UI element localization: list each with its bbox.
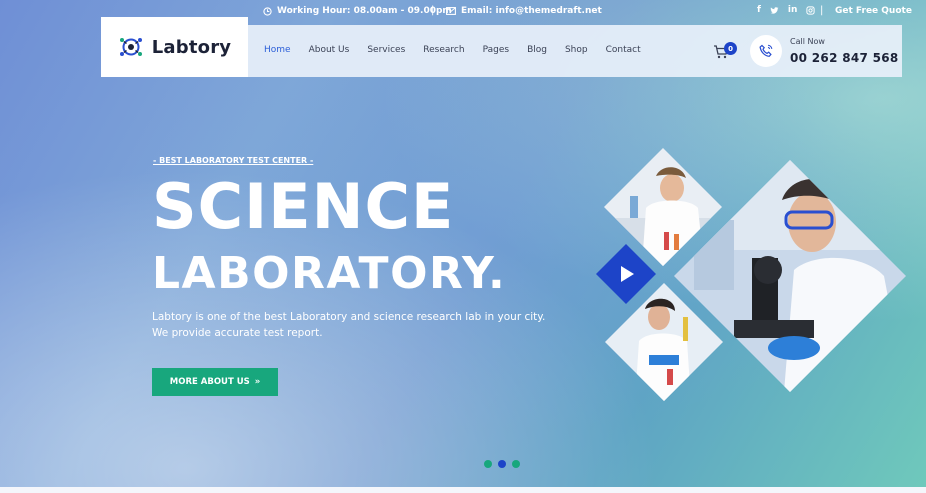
labtory-logo-icon: [119, 38, 142, 56]
twitter-icon[interactable]: [770, 6, 779, 15]
logo-text: Labtory: [151, 36, 232, 58]
more-about-us-label: MORE ABOUT US: [169, 377, 250, 387]
nav-contact[interactable]: Contact: [606, 45, 641, 55]
clock-icon: [263, 6, 272, 16]
more-about-us-button[interactable]: MORE ABOUT US »: [152, 368, 278, 396]
topbar-separator: |: [431, 5, 435, 16]
nav-research[interactable]: Research: [423, 45, 464, 55]
call-now-label: Call Now: [790, 37, 825, 46]
social-links: f in: [757, 5, 816, 15]
topbar-separator-2: |: [820, 5, 824, 16]
hero-eyebrow: - BEST LABORATORY TEST CENTER -: [153, 156, 314, 165]
nav-services[interactable]: Services: [367, 45, 405, 55]
get-free-quote-link[interactable]: Get Free Quote: [835, 6, 912, 16]
site-logo[interactable]: Labtory: [101, 17, 248, 77]
lab-photo-scientist-testtube: [605, 283, 723, 401]
hero-description-line2: We provide accurate test report.: [152, 327, 323, 339]
double-chevron-right-icon: »: [254, 377, 261, 387]
hero-title-line1: SCIENCE: [152, 170, 455, 243]
nav-menu: Home About Us Services Research Pages Bl…: [264, 45, 641, 55]
hero-title-line2: LABORATORY.: [152, 248, 507, 299]
nav-blog[interactable]: Blog: [527, 45, 547, 55]
main-navigation: Home About Us Services Research Pages Bl…: [248, 25, 902, 77]
cart-count-badge: 0: [724, 42, 737, 55]
working-hours: Working Hour: 08.00am - 09.00pm: [263, 6, 452, 16]
call-number[interactable]: 00 262 847 568: [790, 51, 899, 65]
linkedin-icon[interactable]: in: [788, 5, 798, 15]
hero-title: SCIENCE LABORATORY.: [152, 176, 506, 296]
slider-dots: [484, 460, 520, 468]
email-text[interactable]: Email: info@themedraft.net: [461, 6, 602, 16]
slider-dot-3[interactable]: [512, 460, 520, 468]
nav-home[interactable]: Home: [264, 45, 291, 55]
call-button[interactable]: [750, 35, 782, 67]
email-info[interactable]: Email: info@themedraft.net: [446, 6, 602, 16]
nav-about-us[interactable]: About Us: [309, 45, 350, 55]
slider-dot-1[interactable]: [484, 460, 492, 468]
hero-description: Labtory is one of the best Laboratory an…: [152, 309, 562, 341]
hero-description-line1: Labtory is one of the best Laboratory an…: [152, 311, 546, 323]
mail-icon: [446, 7, 456, 15]
slider-dot-2[interactable]: [498, 460, 506, 468]
facebook-icon[interactable]: f: [757, 5, 761, 15]
nav-pages[interactable]: Pages: [483, 45, 509, 55]
working-hours-text: Working Hour: 08.00am - 09.00pm: [277, 6, 452, 16]
phone-icon: [759, 44, 773, 57]
instagram-icon[interactable]: [806, 6, 816, 15]
page-bottom-strip: [0, 487, 926, 493]
nav-shop[interactable]: Shop: [565, 45, 588, 55]
